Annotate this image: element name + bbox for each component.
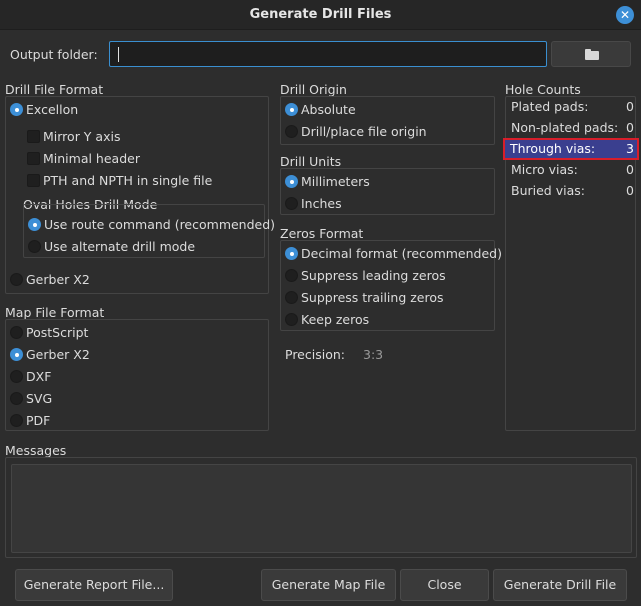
- hole-counts-title: Hole Counts: [505, 82, 581, 97]
- map-postscript-label: PostScript: [26, 325, 89, 340]
- zeros-keep-label: Keep zeros: [301, 312, 370, 327]
- title-bar: Generate Drill Files ✕: [0, 0, 641, 30]
- generate-report-button[interactable]: Generate Report File...: [15, 569, 173, 601]
- precision-value: 3:3: [363, 347, 384, 362]
- zeros-keep-radio[interactable]: [285, 313, 298, 326]
- folder-icon: [585, 49, 599, 60]
- origin-drill-place-label: Drill/place file origin: [301, 124, 427, 139]
- units-inches-label: Inches: [301, 196, 342, 211]
- drill-origin-title: Drill Origin: [280, 82, 347, 97]
- map-gerber-x2-radio[interactable]: [10, 348, 23, 361]
- units-mm-radio[interactable]: [285, 175, 298, 188]
- origin-absolute-radio[interactable]: [285, 103, 298, 116]
- units-inches-radio[interactable]: [285, 197, 298, 210]
- micro-vias-value: 0: [626, 162, 634, 177]
- origin-drill-place-radio[interactable]: [285, 125, 298, 138]
- buried-vias-label: Buried vias:: [511, 183, 585, 198]
- generate-map-button[interactable]: Generate Map File: [261, 569, 396, 601]
- window-title: Generate Drill Files: [249, 7, 392, 22]
- zeros-decimal-radio[interactable]: [285, 247, 298, 260]
- map-gerber-x2-label: Gerber X2: [26, 347, 90, 362]
- buried-vias-value: 0: [626, 183, 634, 198]
- map-file-format-title: Map File Format: [5, 305, 105, 320]
- map-postscript-radio[interactable]: [10, 326, 23, 339]
- use-route-radio[interactable]: [28, 218, 41, 231]
- pth-npth-single-checkbox[interactable]: [27, 174, 40, 187]
- micro-vias-label: Micro vias:: [511, 162, 578, 177]
- through-vias-value: 3: [626, 141, 634, 156]
- output-folder-label: Output folder:: [10, 47, 98, 62]
- use-route-label: Use route command (recommended): [44, 217, 276, 232]
- origin-absolute-label: Absolute: [301, 102, 356, 117]
- browse-folder-button[interactable]: [551, 41, 631, 67]
- plated-pads-label: Plated pads:: [511, 99, 589, 114]
- zeros-leading-radio[interactable]: [285, 269, 298, 282]
- map-pdf-radio[interactable]: [10, 414, 23, 427]
- zeros-trailing-label: Suppress trailing zeros: [301, 290, 444, 305]
- minimal-header-label: Minimal header: [43, 151, 140, 166]
- map-pdf-label: PDF: [26, 413, 51, 428]
- zeros-trailing-radio[interactable]: [285, 291, 298, 304]
- mirror-y-checkbox[interactable]: [27, 130, 40, 143]
- drill-file-format-group: [5, 96, 269, 294]
- excellon-label: Excellon: [26, 102, 79, 117]
- use-alternate-radio[interactable]: [28, 240, 41, 253]
- gerber-x2-drill-label: Gerber X2: [26, 272, 90, 287]
- zeros-leading-label: Suppress leading zeros: [301, 268, 446, 283]
- drill-units-title: Drill Units: [280, 154, 342, 169]
- drill-file-format-title: Drill File Format: [5, 82, 104, 97]
- excellon-radio[interactable]: [10, 103, 23, 116]
- map-dxf-radio[interactable]: [10, 370, 23, 383]
- messages-title: Messages: [5, 443, 67, 458]
- precision-label: Precision:: [285, 347, 345, 362]
- minimal-header-checkbox[interactable]: [27, 152, 40, 165]
- output-folder-input[interactable]: [109, 41, 547, 67]
- zeros-format-title: Zeros Format: [280, 226, 364, 241]
- zeros-decimal-label: Decimal format (recommended): [301, 246, 502, 261]
- generate-drill-button[interactable]: Generate Drill File: [493, 569, 627, 601]
- close-icon[interactable]: ✕: [616, 6, 634, 24]
- units-mm-label: Millimeters: [301, 174, 370, 189]
- non-plated-pads-value: 0: [626, 120, 634, 135]
- gerber-x2-drill-radio[interactable]: [10, 273, 23, 286]
- through-vias-label: Through vias:: [510, 141, 596, 156]
- mirror-y-label: Mirror Y axis: [43, 129, 121, 144]
- plated-pads-value: 0: [626, 99, 634, 114]
- map-svg-radio[interactable]: [10, 392, 23, 405]
- messages-textarea[interactable]: [11, 464, 632, 553]
- text-caret: [118, 47, 119, 62]
- close-button[interactable]: Close: [400, 569, 489, 601]
- use-alternate-label: Use alternate drill mode: [44, 239, 196, 254]
- non-plated-pads-label: Non-plated pads:: [511, 120, 619, 135]
- map-svg-label: SVG: [26, 391, 53, 406]
- pth-npth-single-label: PTH and NPTH in single file: [43, 173, 213, 188]
- map-dxf-label: DXF: [26, 369, 52, 384]
